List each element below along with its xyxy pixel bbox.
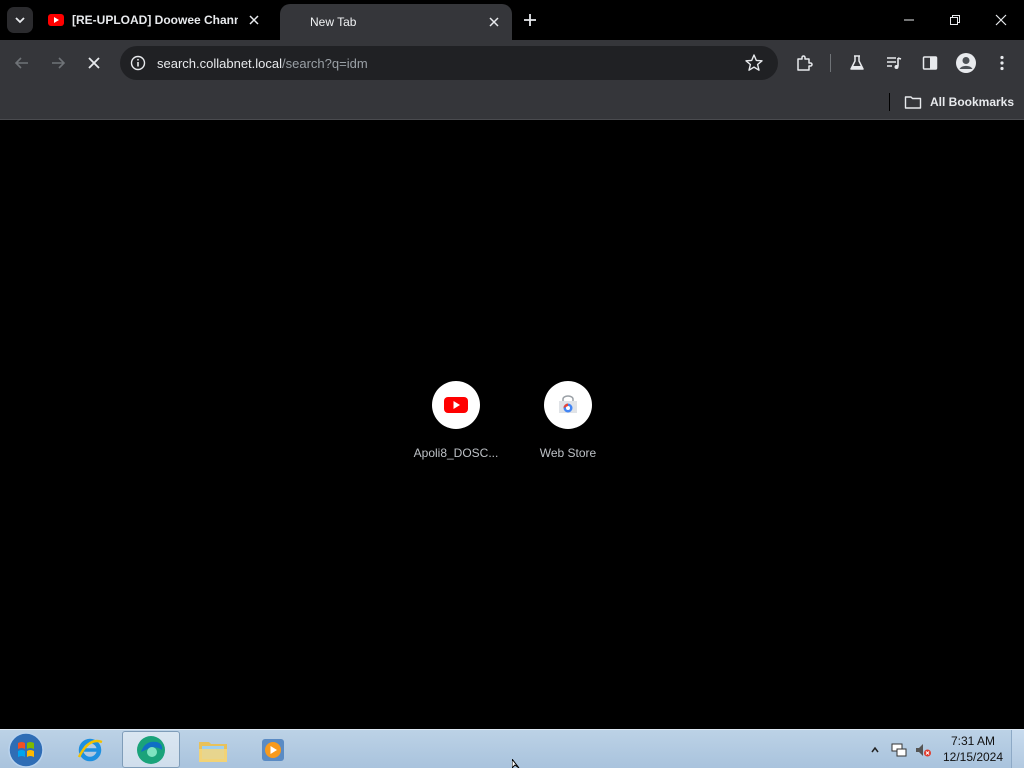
new-tab-button[interactable]	[518, 8, 542, 32]
close-icon	[995, 14, 1007, 26]
shortcut-label: Web Store	[539, 446, 597, 460]
new-tab-page: Apoli8_DOSC... Web Store	[0, 121, 1024, 729]
media-player-icon	[262, 738, 284, 761]
taskbar-browser[interactable]	[122, 731, 180, 768]
taskbar-file-explorer[interactable]	[184, 731, 242, 768]
toolbar-divider	[830, 54, 831, 72]
web-store-icon	[559, 395, 577, 413]
media-queue-icon	[887, 57, 902, 69]
youtube-icon	[48, 14, 64, 26]
profile-button[interactable]	[952, 49, 980, 77]
close-window-button[interactable]	[978, 0, 1024, 40]
tab-search-button[interactable]	[7, 7, 33, 33]
network-icon[interactable]	[890, 741, 908, 759]
mouse-cursor-icon	[512, 759, 520, 768]
tab-youtube[interactable]: [RE-UPLOAD] Doowee Channel	[40, 0, 272, 40]
shortcut-tile[interactable]: Web Store	[518, 381, 618, 460]
all-bookmarks-button[interactable]: All Bookmarks	[904, 90, 1014, 114]
chevron-down-icon	[15, 17, 25, 24]
minimize-button[interactable]	[886, 0, 932, 40]
start-button[interactable]	[6, 731, 46, 768]
close-icon	[88, 57, 100, 69]
url-text[interactable]: search.collabnet.local/search?q=idm	[157, 56, 368, 71]
close-tab-icon[interactable]	[246, 12, 262, 28]
puzzle-icon	[797, 55, 813, 71]
tab-title: [RE-UPLOAD] Doowee Channel	[72, 13, 238, 27]
back-button[interactable]	[8, 49, 36, 77]
screen: [RE-UPLOAD] Doowee Channel New Tab searc…	[0, 0, 1024, 768]
forward-button[interactable]	[44, 49, 72, 77]
side-panel-icon	[922, 56, 938, 70]
tab-strip: [RE-UPLOAD] Doowee Channel New Tab	[0, 0, 1024, 40]
browser-app-icon	[137, 735, 165, 764]
bookmarks-bar: All Bookmarks	[0, 86, 1024, 120]
url-host: search.collabnet.local	[157, 56, 283, 71]
taskbar-media-player[interactable]	[244, 731, 302, 768]
clock-time: 7:31 AM	[950, 734, 996, 748]
info-icon[interactable]	[130, 55, 146, 71]
clock-date: 12/15/2024	[942, 750, 1004, 764]
media-controls-button[interactable]	[880, 49, 908, 77]
avatar-icon	[956, 53, 976, 73]
stop-loading-button[interactable]	[80, 49, 108, 77]
show-desktop-button[interactable]	[1011, 730, 1024, 768]
side-panel-button[interactable]	[916, 49, 944, 77]
bookmarks-divider	[889, 93, 890, 111]
shortcut-label: Apoli8_DOSC...	[413, 446, 499, 460]
restore-icon	[950, 15, 960, 25]
volume-muted-icon[interactable]	[914, 741, 932, 759]
windows-orb-icon	[8, 732, 44, 768]
labs-button[interactable]	[843, 49, 871, 77]
url-path: /search?q=idm	[282, 56, 368, 71]
restore-button[interactable]	[932, 0, 978, 40]
shortcut-icon-circle	[544, 381, 592, 429]
shortcut-tile[interactable]: Apoli8_DOSC...	[406, 381, 506, 460]
tab-new-tab[interactable]: New Tab	[280, 4, 512, 40]
folder-icon	[904, 96, 922, 109]
folder-icon	[199, 741, 227, 762]
plus-icon	[524, 14, 536, 26]
address-bar[interactable]: search.collabnet.local/search?q=idm	[120, 46, 778, 80]
more-vertical-icon	[1000, 55, 1004, 71]
extensions-button[interactable]	[790, 49, 818, 77]
browser-toolbar: search.collabnet.local/search?q=idm	[0, 40, 1024, 86]
arrow-right-icon	[52, 57, 66, 69]
star-icon[interactable]	[744, 53, 764, 73]
youtube-icon	[444, 397, 468, 413]
tab-title: New Tab	[310, 15, 357, 29]
shortcut-icon-circle	[432, 381, 480, 429]
system-tray	[866, 730, 932, 768]
minimize-icon	[904, 19, 914, 21]
show-hidden-icons-icon[interactable]	[870, 745, 880, 755]
menu-button[interactable]	[988, 49, 1016, 77]
all-bookmarks-label: All Bookmarks	[930, 95, 1015, 109]
arrow-left-icon	[14, 57, 28, 69]
taskbar-internet-explorer[interactable]	[61, 731, 119, 768]
internet-explorer-icon	[77, 738, 103, 761]
clock[interactable]: 7:31 AM 12/15/2024	[938, 733, 1008, 765]
close-tab-icon[interactable]	[486, 14, 502, 30]
flask-icon	[850, 55, 864, 70]
